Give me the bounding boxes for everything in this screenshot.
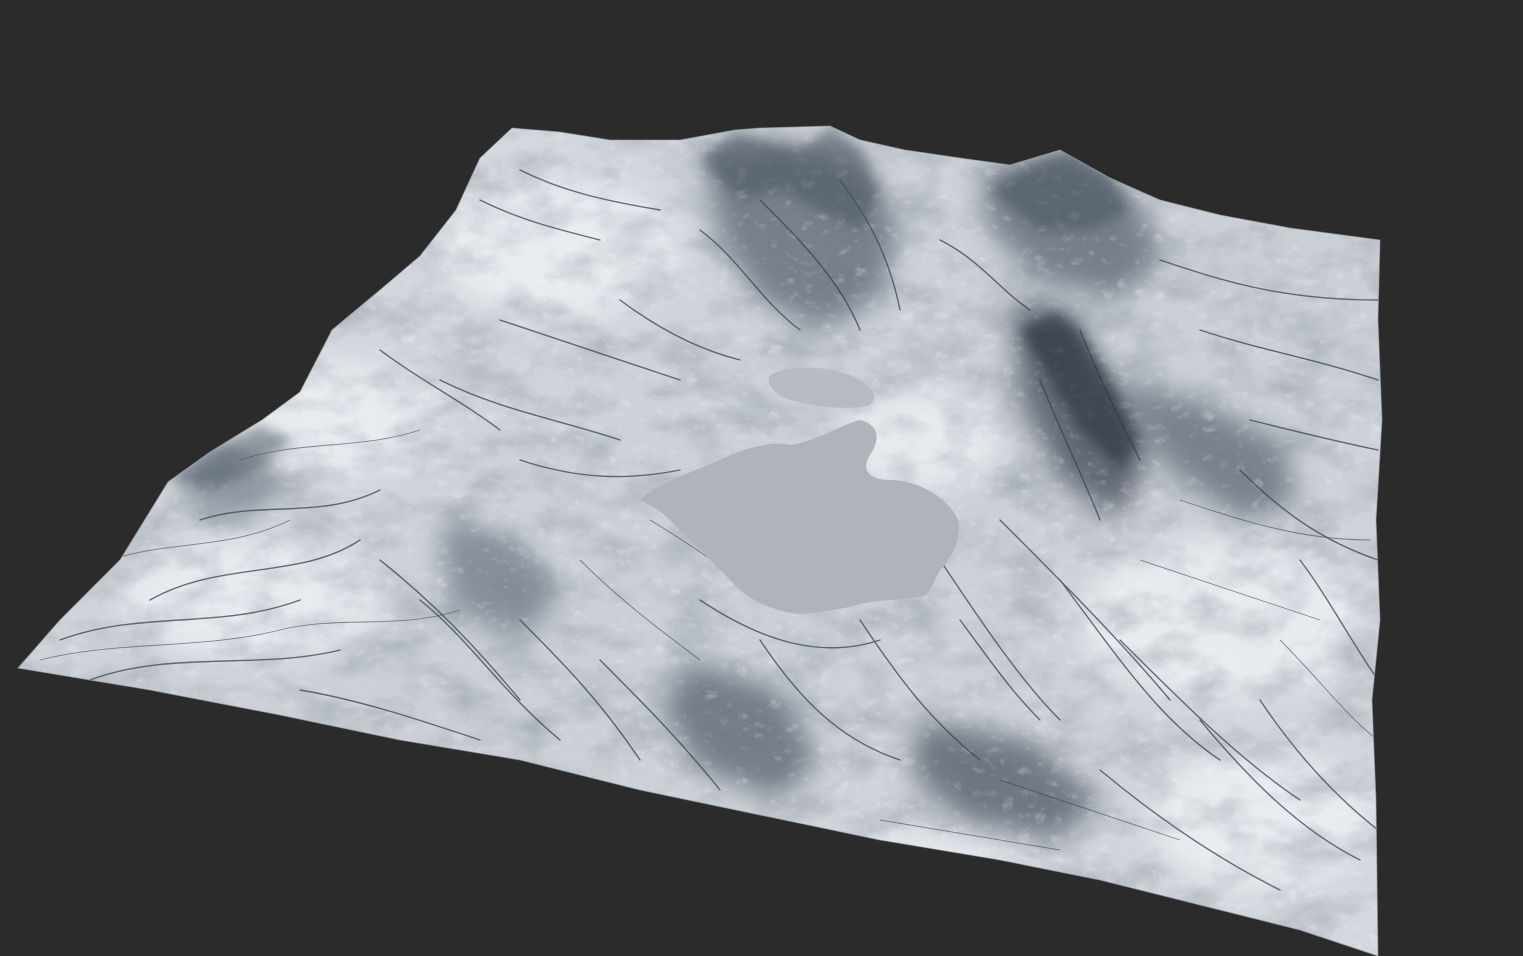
render-viewport[interactable] (0, 0, 1523, 956)
terrain-render (0, 0, 1523, 956)
